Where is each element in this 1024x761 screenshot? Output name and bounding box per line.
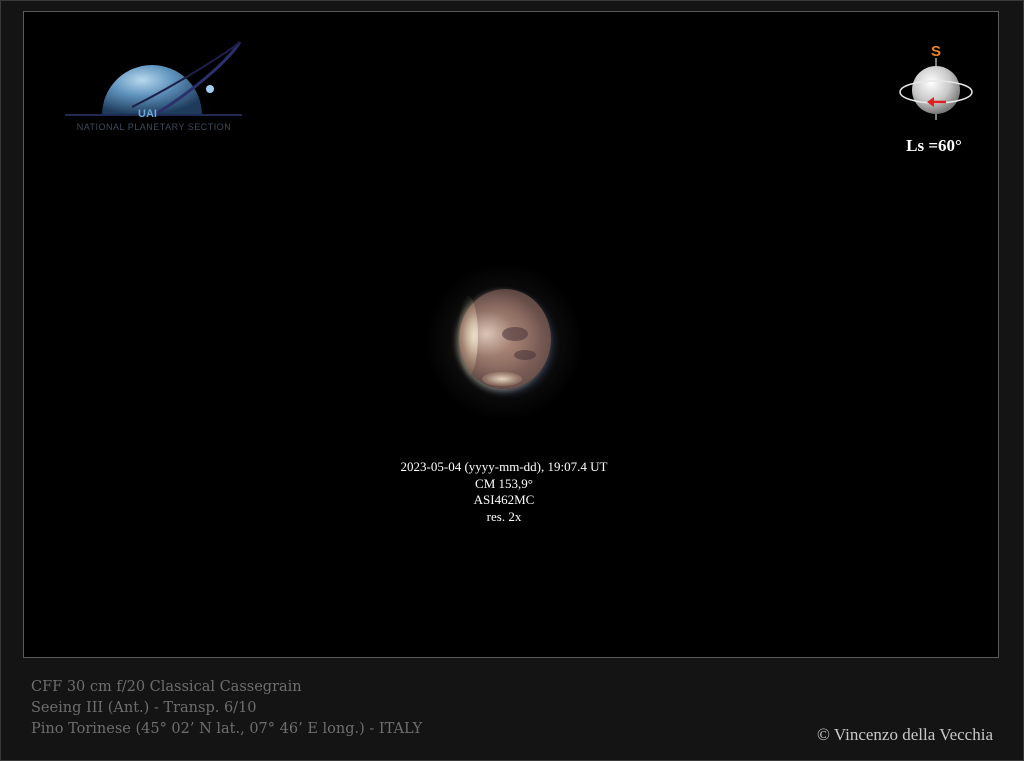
observing-location: Pino Torinese (45° 02’ N lat., 07° 46’ E…: [31, 721, 423, 737]
observation-datetime: 2023-05-04 (yyyy-mm-dd), 19:07.4 UT: [400, 459, 608, 474]
seeing-conditions: Seeing III (Ant.) - Transp. 6/10: [31, 700, 257, 716]
author-credit: © Vincenzo della Vecchia: [816, 725, 993, 744]
solar-longitude-label: Ls =60°: [906, 136, 962, 155]
observation-resampling: res. 2x: [486, 508, 522, 524]
planet-surface-feature: [514, 350, 536, 360]
planet-limb-highlight: [458, 296, 478, 376]
planet-polar-cap: [482, 372, 522, 386]
logo-brand-text: UAI: [138, 108, 157, 120]
orientation-globe-icon: S: [899, 43, 973, 120]
observation-camera: ASI462MC: [473, 492, 535, 507]
astro-image-panel: UAI NATIONAL PLANETARY SECTION S Ls =60°: [23, 11, 999, 658]
page-frame: UAI NATIONAL PLANETARY SECTION S Ls =60°: [0, 0, 1024, 761]
south-marker-label: S: [931, 43, 941, 60]
equipment-info: CFF 30 cm f/20 Classical Cassegrain Seei…: [31, 677, 422, 740]
planet-surface-feature: [502, 327, 528, 341]
logo-tagline: NATIONAL PLANETARY SECTION: [76, 122, 232, 132]
telescope-info: CFF 30 cm f/20 Classical Cassegrain: [31, 679, 302, 695]
observation-central-meridian: CM 153,9°: [475, 475, 533, 491]
observation-info: 2023-05-04 (yyyy-mm-dd), 19:07.4 UT CM 1…: [354, 459, 654, 525]
